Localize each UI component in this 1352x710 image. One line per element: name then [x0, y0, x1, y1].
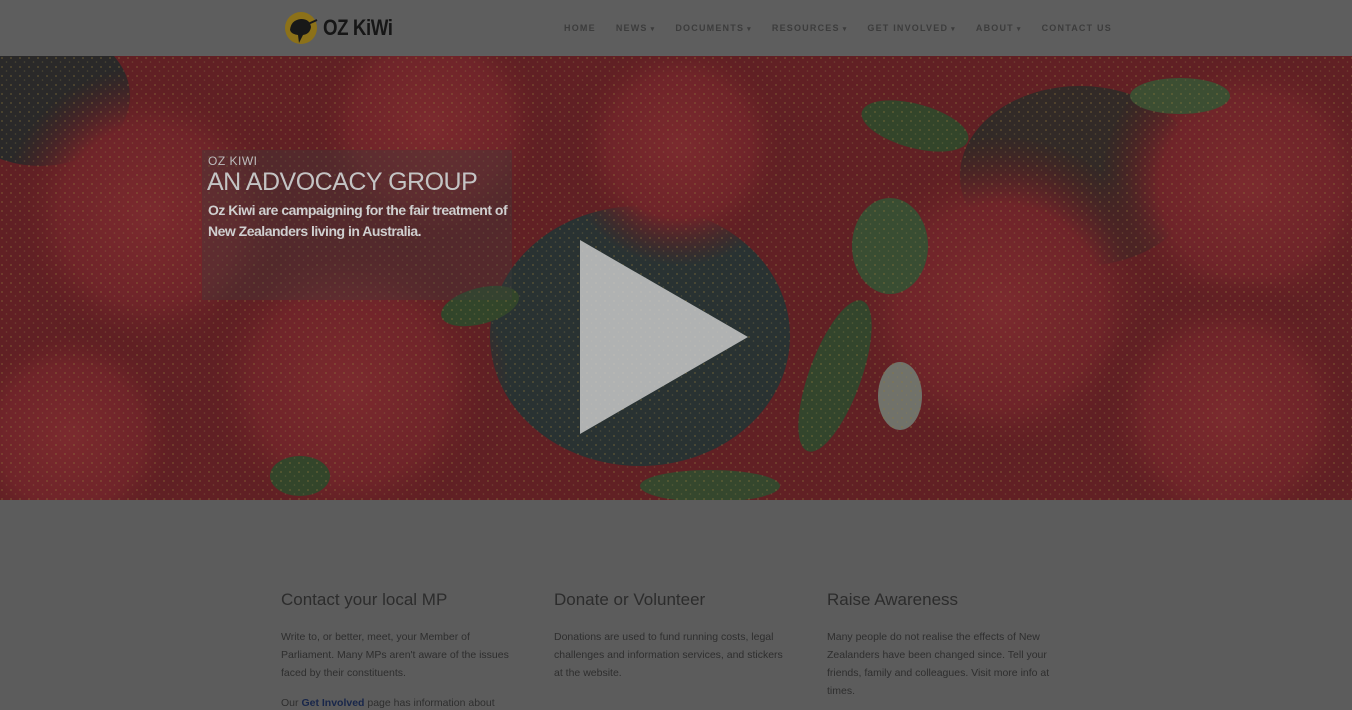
chevron-down-icon: ▾ — [951, 26, 956, 33]
column-text: Many people do not realise the effects o… — [827, 631, 1050, 697]
hero-banner: OZ KIWI AN ADVOCACY GROUP Oz Kiwi are ca… — [0, 56, 1352, 500]
site-logo[interactable]: OZ KiWi — [283, 8, 405, 48]
play-icon — [580, 240, 748, 434]
column-text: Write to, or better, meet, your Member o… — [281, 631, 509, 679]
hero-text: Oz Kiwi are campaigning for the fair tre… — [208, 202, 508, 239]
chevron-down-icon: ▾ — [747, 26, 752, 33]
column-heading: Raise Awareness — [827, 590, 959, 609]
get-involved-link[interactable]: Get Involved — [301, 697, 364, 709]
play-button[interactable] — [580, 240, 750, 434]
nav-item-contact-us[interactable]: CONTACT US — [1042, 23, 1112, 33]
logo-text: OZ KiWi — [323, 15, 393, 40]
nav-item-documents[interactable]: DOCUMENTS ▾ — [675, 23, 752, 33]
hero-eyebrow: OZ KIWI — [208, 154, 258, 168]
column-heading: Donate or Volunteer — [554, 590, 706, 609]
column-text: Donations are used to fund running costs… — [554, 631, 783, 679]
nav-item-get-involved[interactable]: GET INVOLVED ▾ — [867, 23, 955, 33]
chevron-down-icon: ▾ — [842, 26, 848, 33]
chevron-down-icon: ▾ — [650, 26, 656, 33]
column-text: Our Get Involved page has information ab… — [281, 697, 495, 709]
kiwi-logo-icon — [283, 10, 319, 46]
chevron-down-icon: ▾ — [1016, 26, 1022, 33]
column-awareness: Raise Awareness Many people do not reali… — [827, 590, 1067, 710]
content-section: Contact your local MP Write to, or bette… — [0, 500, 1352, 710]
nav-item-about[interactable]: ABOUT ▾ — [976, 23, 1022, 33]
column-contact-mp: Contact your local MP Write to, or bette… — [281, 590, 521, 710]
column-donate: Donate or Volunteer Donations are used t… — [554, 590, 794, 694]
hero-title: AN ADVOCACY GROUP — [207, 168, 478, 196]
nav-item-home[interactable]: HOME — [564, 23, 596, 33]
nav-item-news[interactable]: NEWS ▾ — [616, 23, 656, 33]
nav-item-resources[interactable]: RESOURCES ▾ — [772, 23, 848, 33]
main-nav: HOME NEWS ▾ DOCUMENTS ▾ RESOURCES ▾ GET INV… — [564, 0, 1112, 56]
site-header: OZ KiWi HOME NEWS ▾ DOCUMENTS ▾ RESOURCES ▾… — [0, 0, 1352, 56]
column-heading: Contact your local MP — [281, 590, 448, 609]
